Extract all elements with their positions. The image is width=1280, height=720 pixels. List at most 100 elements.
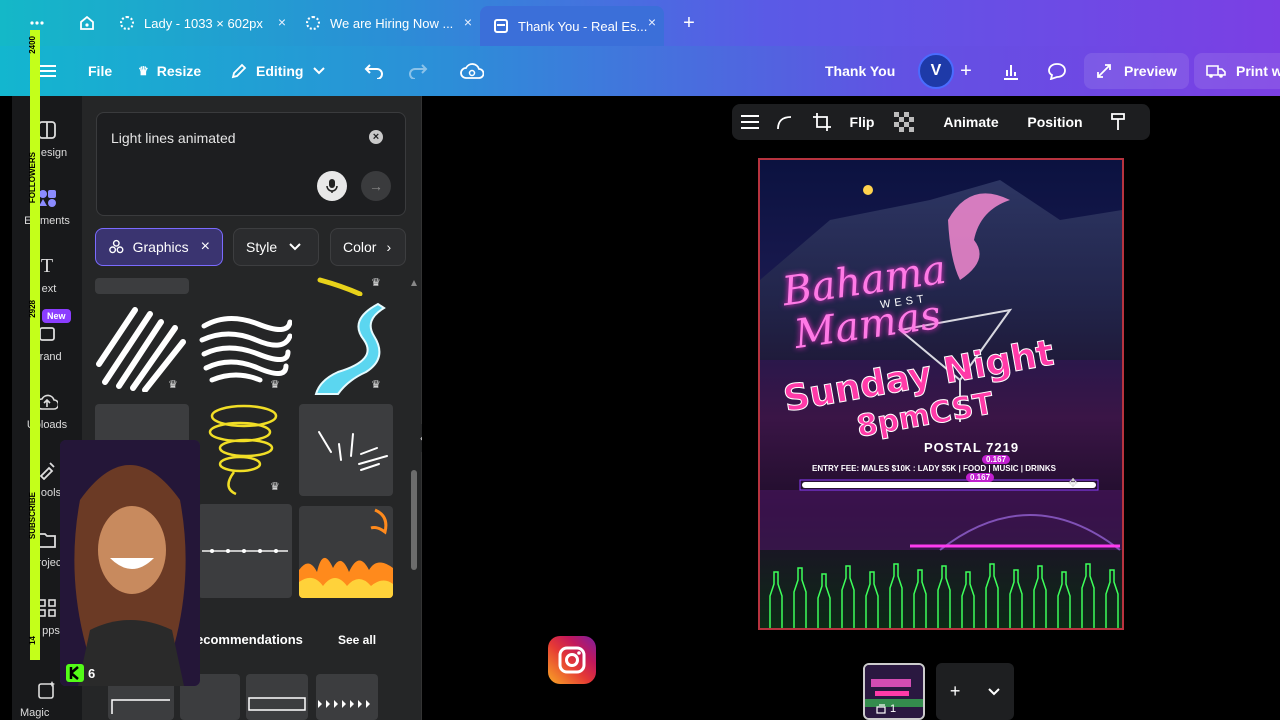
recommendation-tile[interactable] — [246, 674, 308, 720]
microphone-icon[interactable] — [317, 171, 347, 201]
copy-style-button[interactable] — [1096, 104, 1140, 140]
sidebar-item-uploads[interactable]: Uploads — [12, 390, 82, 431]
editor-top-bar: File ♛ Resize Editing Thank You V + Prev… — [0, 46, 1280, 96]
strip-label: FOLLOWERS — [28, 152, 37, 204]
sidebar-item-elements[interactable]: Elements — [12, 186, 82, 227]
new-tab-button[interactable]: + — [676, 10, 702, 36]
undo-button[interactable] — [360, 57, 388, 85]
graphic-tile[interactable] — [95, 278, 189, 294]
filter-chip-style[interactable]: Style — [233, 228, 319, 266]
file-menu-button[interactable]: File — [88, 55, 112, 87]
avatar[interactable]: V — [918, 53, 954, 89]
print-button[interactable]: Print wi — [1194, 53, 1280, 89]
graphic-tile[interactable] — [299, 506, 393, 598]
graphic-tile[interactable] — [200, 278, 294, 284]
submit-arrow-icon[interactable]: → — [361, 171, 391, 201]
graphics-icon — [109, 239, 124, 254]
sidebar-item-label: ext — [41, 283, 57, 295]
flip-button[interactable]: Flip — [844, 104, 880, 140]
redo-button[interactable] — [404, 57, 432, 85]
plus-icon: + — [960, 59, 972, 82]
tab-hiring[interactable]: We are Hiring Now ... × — [292, 6, 480, 40]
design-canvas[interactable]: Bahama WEST Mamas Sunday Night 8pmCST PO… — [758, 158, 1124, 630]
home-icon[interactable] — [74, 10, 100, 36]
premium-crown-icon: ♛ — [168, 379, 178, 391]
search-input[interactable]: Light lines animated × → — [96, 112, 406, 216]
sidebar-item-design[interactable]: esign — [12, 118, 82, 159]
premium-crown-icon: ♛ — [371, 277, 381, 289]
chip-label: Style — [246, 239, 278, 255]
recommendations-heading: ecommendations — [196, 632, 303, 647]
transparency-button[interactable] — [880, 104, 928, 140]
resize-button[interactable]: ♛ Resize — [138, 55, 201, 87]
measure-badge: 0.167 — [982, 455, 1011, 464]
comment-button[interactable] — [1043, 57, 1071, 85]
sidebar-item-text[interactable]: T ext — [12, 254, 82, 296]
sidebar-item-brand[interactable]: Brand — [12, 322, 82, 363]
add-page-button[interactable]: + — [950, 681, 961, 702]
tab-lady[interactable]: Lady - 1033 × 602px × — [106, 6, 294, 40]
tab-label: Lady - 1033 × 602px — [144, 15, 263, 31]
position-label: Position — [1027, 114, 1083, 130]
editing-label: Editing — [256, 63, 304, 79]
chevron-down-icon[interactable] — [988, 687, 1000, 696]
insights-button[interactable] — [997, 57, 1025, 85]
see-all-link[interactable]: See all — [338, 633, 376, 647]
close-tab-icon[interactable]: × — [648, 14, 656, 30]
filter-chip-color[interactable]: Color › — [330, 228, 406, 266]
add-collaborator-button[interactable]: + — [952, 57, 980, 85]
graphic-tile[interactable] — [198, 504, 292, 598]
new-badge: New — [42, 309, 71, 323]
recommendation-tile[interactable] — [316, 674, 378, 720]
corner-button[interactable] — [768, 104, 800, 140]
plus-icon: + — [683, 11, 695, 34]
cloud-sync-icon — [460, 63, 484, 79]
file-label: File — [88, 63, 113, 79]
chevron-down-icon — [289, 243, 301, 251]
cloud-save-button[interactable] — [458, 57, 486, 85]
align-button[interactable] — [732, 104, 768, 140]
chevron-down-icon — [313, 67, 326, 75]
chip-label: Graphics — [132, 239, 189, 255]
editing-mode-button[interactable]: Editing — [230, 55, 326, 87]
crown-icon: ♛ — [138, 64, 149, 78]
flip-label: Flip — [849, 114, 875, 130]
avatar-initial: V — [930, 62, 942, 79]
tab-thank-you[interactable]: Thank You - Real Es... × — [480, 6, 664, 46]
measure-badge: 0.167 — [966, 473, 995, 482]
hamburger-icon — [38, 65, 56, 77]
remove-filter-icon[interactable]: × — [201, 238, 210, 256]
magic-media-icon — [35, 678, 59, 702]
move-handle-icon[interactable]: ✥ — [1068, 476, 1078, 490]
graphic-tile[interactable] — [299, 404, 393, 496]
comment-icon — [1048, 63, 1066, 80]
follower-count: 6 — [66, 664, 95, 682]
menu-button[interactable] — [38, 55, 56, 87]
filter-chip-graphics[interactable]: Graphics × — [95, 228, 223, 266]
add-page-controls: + — [936, 663, 1014, 720]
document-icon — [494, 19, 508, 33]
expand-icon — [1097, 64, 1111, 78]
crop-icon — [813, 113, 831, 131]
truck-icon — [1206, 65, 1226, 78]
entry-info-text: ENTRY FEE: MALES $10K : LADY $5K | FOOD … — [812, 464, 1056, 473]
close-tab-icon[interactable]: × — [278, 14, 286, 30]
clear-search-icon[interactable]: × — [369, 130, 383, 144]
animate-label: Animate — [943, 114, 999, 130]
lines-icon — [741, 115, 759, 129]
undo-icon — [364, 64, 383, 79]
webcam-overlay — [60, 440, 200, 686]
loading-icon — [120, 16, 134, 30]
preview-button[interactable]: Preview — [1084, 53, 1189, 89]
browser-tab-bar: Lady - 1033 × 602px × We are Hiring Now … — [0, 0, 1280, 46]
scroll-right-icon[interactable]: › — [386, 239, 391, 255]
animate-button[interactable]: Animate — [928, 104, 1014, 140]
crop-button[interactable] — [800, 104, 844, 140]
graphic-tile[interactable] — [198, 306, 293, 388]
position-button[interactable]: Position — [1014, 104, 1096, 140]
transparency-icon — [894, 112, 914, 132]
strip-label: 14 — [28, 636, 37, 645]
document-title[interactable]: Thank You — [825, 55, 895, 87]
close-tab-icon[interactable]: × — [464, 14, 472, 30]
stream-overlay-strip — [30, 30, 40, 660]
